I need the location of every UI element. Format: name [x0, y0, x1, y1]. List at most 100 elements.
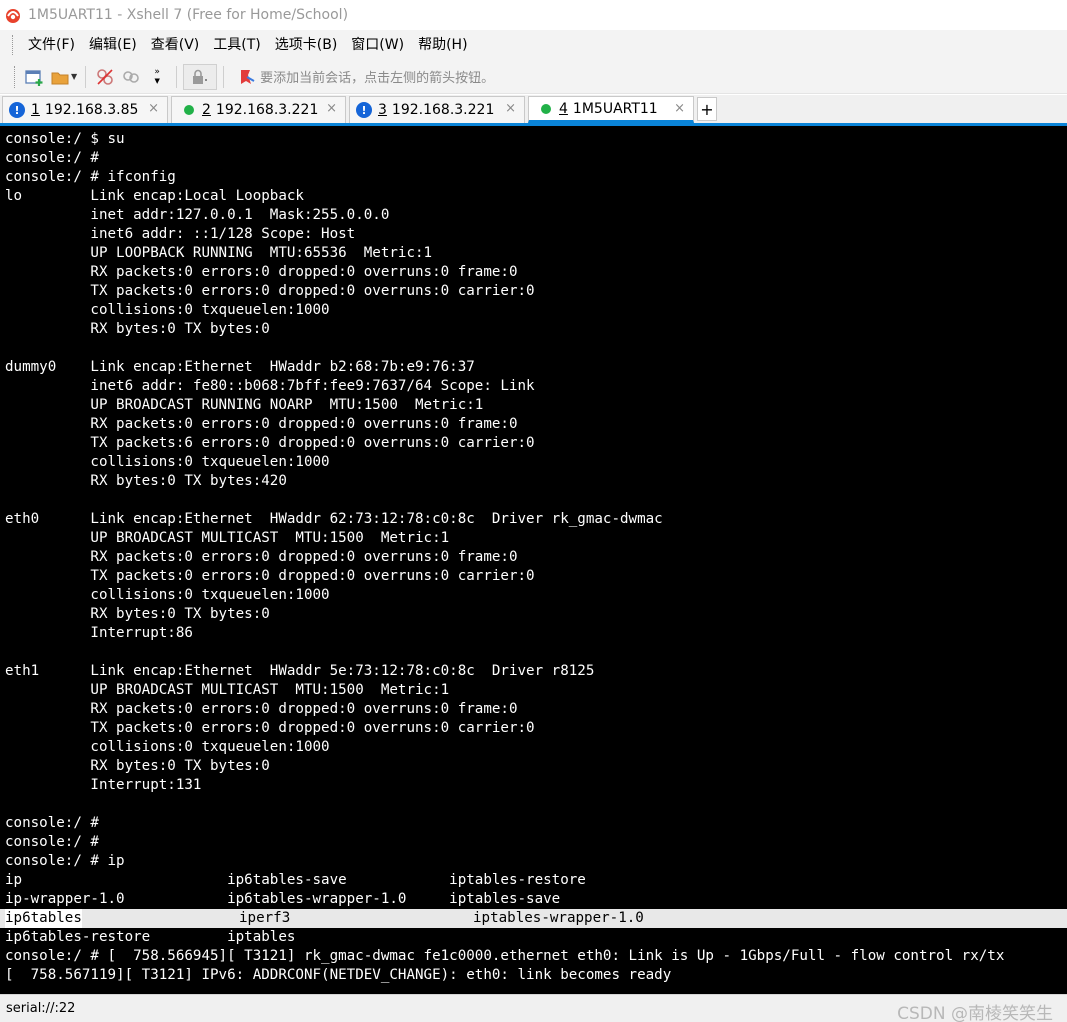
tab-close-icon[interactable]: ×	[505, 101, 516, 116]
terminal-line: RX packets:0 errors:0 dropped:0 overruns…	[5, 701, 518, 717]
terminal-line: console:/ # [ 758.566945][ T3121] rk_gma…	[5, 948, 1005, 964]
tab-session-4[interactable]: 4 1M5UART11 ×	[528, 96, 694, 123]
terminal-line: TX packets:6 errors:0 dropped:0 overruns…	[5, 435, 535, 451]
terminal-line: RX packets:0 errors:0 dropped:0 overruns…	[5, 416, 518, 432]
terminal-line: TX packets:0 errors:0 dropped:0 overruns…	[5, 720, 535, 736]
add-tab-button[interactable]: +	[697, 97, 717, 121]
terminal-line: TX packets:0 errors:0 dropped:0 overruns…	[5, 283, 535, 299]
terminal-line: ip-wrapper-1.0 ip6tables-wrapper-1.0 ipt…	[5, 891, 561, 907]
lock-button[interactable]	[183, 63, 218, 90]
tab-session-2[interactable]: 2 192.168.3.221 ×	[171, 96, 346, 123]
tab-label: 192.168.3.85	[44, 102, 139, 118]
title-bar: 1M5UART11 - Xshell 7 (Free for Home/Scho…	[0, 0, 1067, 30]
tab-number: 3	[378, 102, 387, 118]
status-bar: serial://:22 CSDN @南棱笑笑生	[0, 994, 1067, 1022]
more-button[interactable]: » ▼	[146, 66, 168, 88]
terminal[interactable]: console:/ $ su console:/ # console:/ # i…	[0, 123, 1067, 994]
reconnect-icon	[123, 70, 139, 83]
menu-tools[interactable]: 工具(T)	[206, 30, 267, 60]
tab-number: 1	[31, 102, 40, 118]
terminal-line: inet6 addr: fe80::b068:7bff:fee9:7637/64…	[5, 378, 535, 394]
more-dropdown-icon: ▼	[154, 76, 160, 85]
terminal-line: console:/ #	[5, 815, 99, 831]
terminal-line: UP BROADCAST MULTICAST MTU:1500 Metric:1	[5, 530, 450, 546]
terminal-line: collisions:0 txqueuelen:1000	[5, 587, 330, 603]
menu-grip[interactable]	[12, 35, 15, 55]
terminal-line: UP LOOPBACK RUNNING MTU:65536 Metric:1	[5, 245, 433, 261]
terminal-line: RX packets:0 errors:0 dropped:0 overruns…	[5, 264, 518, 280]
connected-status-icon	[184, 105, 194, 115]
tab-label: 192.168.3.221	[391, 102, 495, 118]
highlighted-completion-row: ip6tables iperf3 iptables-wrapper-1.0	[0, 909, 1067, 928]
completion-selected[interactable]: ip6tables	[5, 909, 82, 928]
warning-icon: !	[9, 102, 25, 118]
menu-bar: 文件(F) 编辑(E) 查看(V) 工具(T) 选项卡(B) 窗口(W) 帮助(…	[0, 30, 1067, 60]
terminal-line: inet addr:127.0.0.1 Mask:255.0.0.0	[5, 207, 390, 223]
terminal-line: RX packets:0 errors:0 dropped:0 overruns…	[5, 549, 518, 565]
xshell-icon	[6, 9, 20, 23]
disconnect-icon	[97, 68, 113, 85]
connected-status-icon	[541, 103, 551, 114]
session-address: serial://:22	[6, 1001, 76, 1016]
window-title: 1M5UART11 - Xshell 7 (Free for Home/Scho…	[28, 7, 349, 23]
reconnect-button[interactable]	[120, 66, 142, 88]
terminal-line: console:/ #	[5, 150, 99, 166]
menu-tabs[interactable]: 选项卡(B)	[268, 30, 345, 60]
terminal-line: console:/ $ su	[5, 131, 125, 147]
terminal-line: UP BROADCAST MULTICAST MTU:1500 Metric:1	[5, 682, 450, 698]
terminal-line: collisions:0 txqueuelen:1000	[5, 739, 330, 755]
terminal-line: console:/ #	[5, 834, 99, 850]
toolbar-separator	[176, 65, 178, 88]
terminal-line: inet6 addr: ::1/128 Scope: Host	[5, 226, 356, 242]
new-session-button[interactable]	[23, 66, 45, 88]
terminal-line: [ 758.567119][ T3121] IPv6: ADDRCONF(NET…	[5, 967, 672, 983]
completion-item: iperf3	[239, 910, 291, 926]
toolbar-hint-text: 要添加当前会话，点击左侧的箭头按钮。	[260, 71, 495, 86]
terminal-line: RX bytes:0 TX bytes:0	[5, 758, 270, 774]
terminal-line: RX bytes:0 TX bytes:0	[5, 606, 270, 622]
tab-label: 192.168.3.221	[215, 102, 319, 118]
open-folder-icon	[51, 72, 69, 84]
terminal-line: Interrupt:86	[5, 625, 193, 641]
lock-icon	[193, 69, 208, 84]
toolbar-grip[interactable]	[14, 65, 17, 88]
warning-icon: !	[356, 102, 372, 118]
terminal-line: RX bytes:0 TX bytes:420	[5, 473, 287, 489]
menu-edit[interactable]: 编辑(E)	[82, 30, 144, 60]
open-session-button[interactable]	[49, 66, 71, 88]
watermark: CSDN @南棱笑笑生	[897, 1004, 1053, 1022]
more-icon: »	[154, 66, 160, 77]
terminal-line: eth0 Link encap:Ethernet HWaddr 62:73:12…	[5, 511, 663, 527]
terminal-line: UP BROADCAST RUNNING NOARP MTU:1500 Metr…	[5, 397, 484, 413]
open-dropdown-arrow[interactable]: ▼	[71, 72, 77, 81]
menu-help[interactable]: 帮助(H)	[411, 30, 474, 60]
add-session-hint: 要添加当前会话，点击左侧的箭头按钮。	[238, 67, 494, 86]
tab-bar: ! 1 192.168.3.85 × 2 192.168.3.221 × ! 3…	[0, 95, 1067, 123]
disconnect-button[interactable]	[94, 66, 116, 88]
terminal-line: lo Link encap:Local Loopback	[5, 188, 304, 204]
tab-close-icon[interactable]: ×	[326, 101, 337, 116]
bookmark-icon	[241, 69, 255, 84]
toolbar-separator	[223, 65, 225, 88]
tab-session-1[interactable]: ! 1 192.168.3.85 ×	[2, 96, 168, 123]
terminal-line: ip ip6tables-save iptables-restore	[5, 872, 586, 888]
terminal-line: collisions:0 txqueuelen:1000	[5, 302, 330, 318]
terminal-line: ip6tables-restore iptables	[5, 929, 296, 945]
tab-number: 4	[559, 100, 568, 117]
new-session-icon	[25, 69, 43, 86]
toolbar-separator	[85, 65, 87, 88]
terminal-line: RX bytes:0 TX bytes:0	[5, 321, 270, 337]
menu-view[interactable]: 查看(V)	[144, 30, 207, 60]
tab-number: 2	[202, 102, 211, 118]
terminal-line: console:/ # ip	[5, 853, 125, 869]
tab-close-icon[interactable]: ×	[148, 101, 159, 116]
menu-window[interactable]: 窗口(W)	[344, 30, 411, 60]
toolbar: ▼ » ▼ 要添加当前会话，点击左侧的箭头按钮。	[0, 60, 1067, 94]
tab-session-3[interactable]: ! 3 192.168.3.221 ×	[349, 96, 525, 123]
terminal-line: collisions:0 txqueuelen:1000	[5, 454, 330, 470]
terminal-line: TX packets:0 errors:0 dropped:0 overruns…	[5, 568, 535, 584]
terminal-line: eth1 Link encap:Ethernet HWaddr 5e:73:12…	[5, 663, 595, 679]
menu-file[interactable]: 文件(F)	[21, 30, 82, 60]
terminal-line: console:/ # ifconfig	[5, 169, 176, 185]
tab-close-icon[interactable]: ×	[674, 101, 685, 116]
